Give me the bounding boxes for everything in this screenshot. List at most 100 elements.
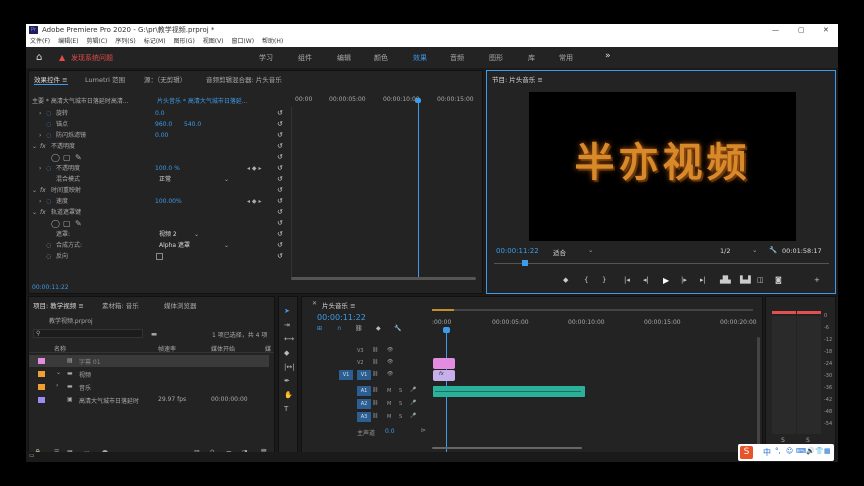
sync-lock-icon[interactable]: ⛓ — [372, 359, 378, 365]
project-search-input[interactable]: ⚲ — [33, 329, 143, 338]
composite-select[interactable]: Alpha 遮罩 — [159, 240, 190, 251]
property-matte[interactable]: 遮罩: 视频 2 ⌄ — [29, 229, 291, 240]
sequence-clip-name[interactable]: 片头音乐 * 高清大气城市日落延... — [157, 96, 248, 105]
prop-value-y[interactable]: 540.0 — [184, 119, 201, 130]
tl-zoom-bar[interactable] — [433, 309, 753, 311]
ime-voice-icon[interactable]: 🔊 — [806, 447, 815, 455]
prop-value[interactable]: 0.00 — [155, 130, 168, 141]
col-name[interactable]: 名称 — [54, 344, 66, 353]
bin-icon[interactable]: ▬ — [151, 330, 157, 338]
workspace-editing[interactable]: 编辑 — [337, 53, 351, 63]
nest-icon[interactable]: ⊞ — [317, 325, 322, 332]
warning-icon[interactable]: ▲ — [59, 53, 65, 62]
list-item[interactable]: ▣ 高清大气城市日落延时 29.97 fps 00:00:00:00 — [29, 394, 269, 406]
source-v1-patch[interactable]: V1 — [339, 370, 353, 380]
clip-v1-video[interactable]: fx — [433, 370, 455, 381]
property-reverse[interactable]: ◌ 反向 — [29, 251, 291, 262]
property-antiflicker[interactable]: › ◌ 防闪烁滤镜 0.00 — [29, 130, 291, 141]
clip-a1-audio[interactable] — [433, 386, 585, 397]
chevron-down-icon[interactable]: ⌄ — [56, 369, 61, 376]
tab-audio-clip-mixer[interactable]: 音频剪辑混合器: 片头音乐 — [206, 74, 282, 84]
track-v2[interactable]: V2 ⛓ 👁 — [342, 358, 427, 369]
sync-lock-icon[interactable]: ⛓ — [372, 413, 378, 419]
property-rotation[interactable]: › ◌ 旋转 0.0 — [29, 108, 291, 119]
menu-clip[interactable]: 剪辑(C) — [86, 38, 107, 45]
keyframe-nav-icon[interactable]: ◂ ◆ ▸ — [247, 196, 261, 207]
solo-button[interactable]: S — [399, 388, 402, 394]
tab-sequence[interactable]: 片头音乐 ≡ — [322, 300, 356, 310]
mark-in-icon[interactable]: { — [584, 276, 588, 284]
sync-lock-icon[interactable]: ⛓ — [372, 400, 378, 406]
col-media-start[interactable]: 媒体开始 — [211, 344, 235, 353]
track-master[interactable]: 主声道 0.0 ⊳ — [342, 427, 427, 437]
wrench-icon[interactable]: 🔧 — [769, 246, 777, 254]
pen-mask-icon[interactable]: ✎ — [75, 152, 82, 163]
mute-button[interactable]: M — [387, 401, 391, 407]
tl-scrollbar[interactable] — [432, 447, 582, 449]
section-opacity[interactable]: ⌄ fx 不透明度 — [29, 141, 291, 152]
ime-punct-icon[interactable]: °, — [775, 447, 781, 455]
close-icon[interactable]: ✕ — [312, 300, 317, 307]
export-frame-icon[interactable]: ◫ — [757, 276, 764, 284]
chevron-down-icon[interactable]: ⌄ — [224, 174, 229, 185]
menu-window[interactable]: 窗口(W) — [231, 38, 254, 45]
list-item[interactable]: ⌄ ▬ 视频 — [29, 368, 269, 380]
rect-mask-icon[interactable]: ▢ — [63, 218, 71, 229]
menu-marker[interactable]: 标记(M) — [144, 38, 166, 45]
keyframe-nav-icon[interactable]: ◂ ◆ ▸ — [247, 163, 261, 174]
mute-button[interactable]: M — [387, 388, 391, 394]
menu-view[interactable]: 视图(V) — [203, 38, 224, 45]
ime-keyboard-icon[interactable]: ⌨ — [796, 447, 806, 455]
close-button[interactable]: ✕ — [823, 24, 829, 36]
blend-mode-select[interactable]: 正常 — [159, 174, 171, 185]
workspace-audio[interactable]: 音频 — [450, 53, 464, 63]
pen-tool-icon[interactable]: ✒ — [284, 377, 290, 385]
mute-button[interactable]: M — [387, 414, 391, 420]
mic-icon[interactable]: 🎤 — [410, 413, 416, 419]
marker-icon[interactable]: ◆ — [563, 276, 568, 284]
play-icon[interactable]: ▶ — [663, 276, 669, 285]
more-workspaces-button[interactable]: » — [605, 51, 611, 61]
add-button-icon[interactable]: + — [814, 276, 820, 284]
tab-lumetri-scopes[interactable]: Lumetri 范围 — [85, 74, 125, 84]
camera-icon[interactable]: ◙ — [775, 276, 782, 284]
property-blend-mode[interactable]: 混合模式 正常 ⌄ — [29, 174, 291, 185]
goto-out-icon[interactable]: ▸| — [700, 276, 706, 284]
track-a1[interactable]: A1 ⛓ M S 🎤 — [342, 386, 427, 397]
sync-lock-icon[interactable]: ⛓ — [372, 387, 378, 393]
menu-help[interactable]: 帮助(H) — [262, 38, 283, 45]
master-volume[interactable]: 0.0 — [385, 428, 395, 435]
workspace-libraries[interactable]: 库 — [528, 53, 535, 63]
section-track-matte[interactable]: ⌄ fx 轨道遮罩键 — [29, 207, 291, 218]
tab-effect-controls[interactable]: 效果控件 ≡ — [34, 74, 68, 85]
workspace-common[interactable]: 常用 — [559, 53, 573, 63]
reverse-checkbox[interactable] — [156, 253, 163, 260]
track-select-tool-icon[interactable]: ⇥ — [284, 321, 290, 329]
chevron-down-icon[interactable]: ⌄ — [224, 240, 229, 251]
fit-select[interactable]: 适合 — [553, 247, 566, 257]
workspace-graphics[interactable]: 图形 — [489, 53, 503, 63]
step-back-icon[interactable]: ◂| — [643, 276, 649, 284]
resolution-select[interactable]: 1/2 — [720, 247, 730, 255]
snap-icon[interactable]: ∩ — [337, 325, 341, 332]
track-v1[interactable]: V1 V1 ⛓ 👁 — [339, 370, 427, 381]
goto-in-icon[interactable]: |◂ — [624, 276, 630, 284]
rect-mask-icon[interactable]: ▢ — [63, 152, 71, 163]
hand-tool-icon[interactable]: ✋ — [284, 391, 293, 399]
mark-out-icon[interactable]: } — [602, 276, 606, 284]
menu-file[interactable]: 文件(F) — [30, 38, 50, 45]
lift-icon[interactable]: ▟▙ — [720, 276, 731, 284]
program-timecode[interactable]: 00:00:11:22 — [496, 247, 539, 255]
ime-skin-icon[interactable]: 👕 — [815, 447, 824, 455]
property-composite[interactable]: ◌ 合成方式: Alpha 遮罩 ⌄ — [29, 240, 291, 251]
menu-graphics[interactable]: 图形(G) — [173, 38, 194, 45]
eye-icon[interactable]: 👁 — [387, 359, 393, 365]
extract-icon[interactable]: ▙▟ — [740, 276, 751, 284]
solo-button[interactable]: S — [399, 401, 402, 407]
prop-value[interactable]: 100.0 % — [155, 163, 180, 174]
solo-right-button[interactable]: S — [806, 437, 810, 444]
linked-icon[interactable]: ⛓ — [355, 325, 363, 332]
matte-select[interactable]: 视频 2 — [159, 229, 177, 240]
prop-value[interactable]: 0.0 — [155, 108, 165, 119]
ime-emoji-icon[interactable]: ☺ — [786, 447, 793, 455]
